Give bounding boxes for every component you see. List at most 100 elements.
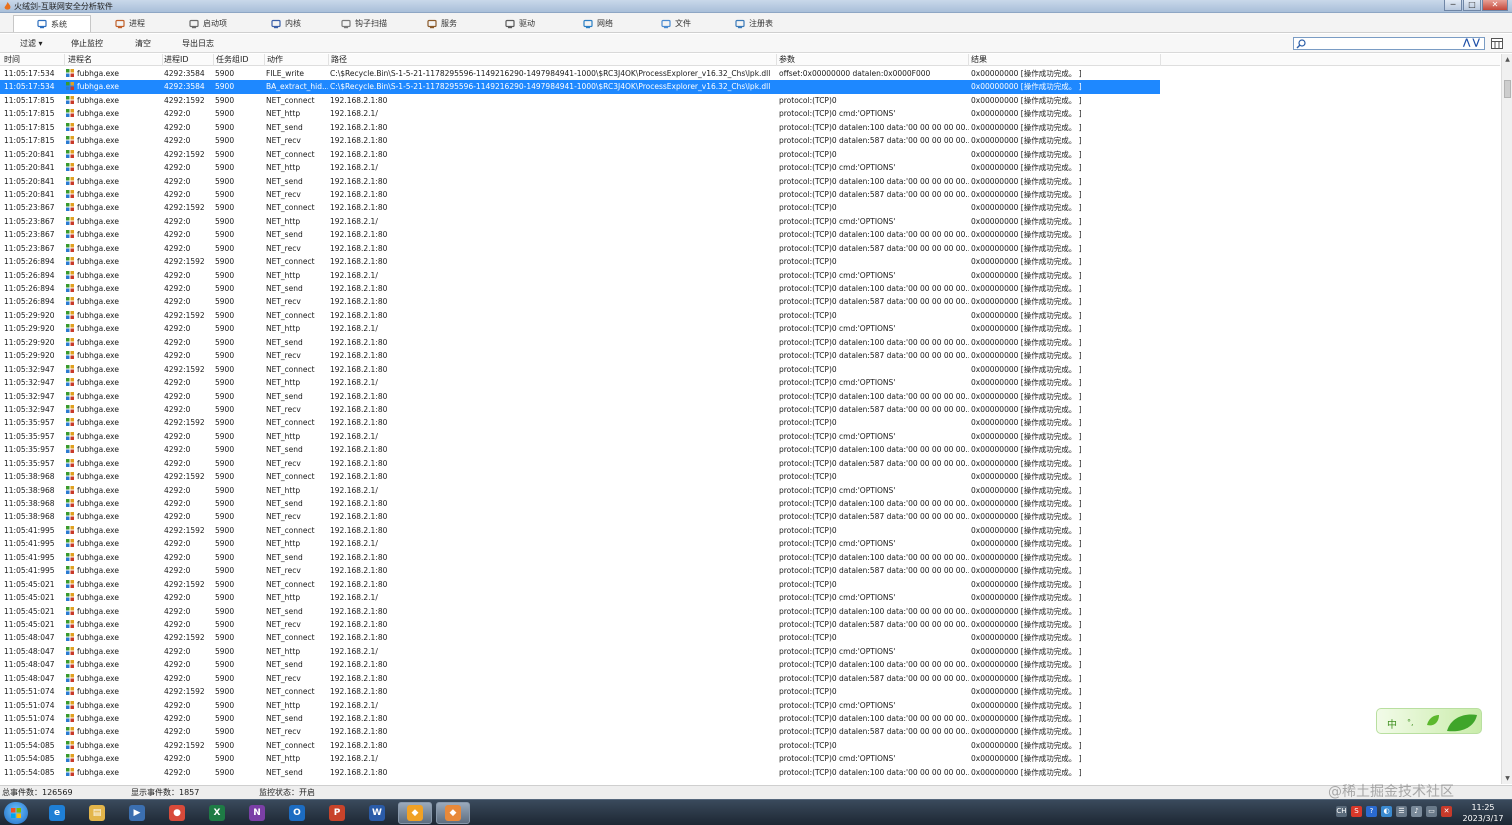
table-row[interactable]: 11:05:17:534 fubhga.exe 4292:3584 5900 BA_ex… [0, 80, 1160, 94]
taskbar-app-outlook[interactable]: O [280, 802, 314, 824]
table-row[interactable]: 11:05:51:074 fubhga.exe 4292:0 5900 NET_http… [0, 699, 1160, 712]
table-row[interactable]: 11:05:20:841 fubhga.exe 4292:0 5900 NET_send… [0, 175, 1160, 188]
column-divider[interactable] [64, 54, 65, 66]
export-log-button[interactable]: 导出日志 [182, 38, 214, 49]
table-row[interactable]: 11:05:48:047 fubhga.exe 4292:0 5900 NET_recv… [0, 672, 1160, 685]
column-divider[interactable] [776, 54, 777, 66]
tab-9[interactable]: 注册表 [715, 15, 793, 32]
tab-7[interactable]: 网络 [559, 15, 637, 32]
table-row[interactable]: 11:05:41:995 fubhga.exe 4292:1592 5900 NET_c… [0, 524, 1160, 537]
stop-monitor-button[interactable]: 停止监控 [71, 38, 103, 49]
ime-toolbar[interactable]: 中 °, [1376, 708, 1482, 734]
maximize-button[interactable]: □ [1463, 0, 1481, 11]
table-row[interactable]: 11:05:17:815 fubhga.exe 4292:0 5900 NET_recv… [0, 134, 1160, 147]
tab-5[interactable]: 服务 [403, 15, 481, 32]
table-row[interactable]: 11:05:23:867 fubhga.exe 4292:0 5900 NET_recv… [0, 242, 1160, 255]
scroll-up-arrow-icon[interactable]: ▲ [1503, 55, 1512, 64]
table-row[interactable]: 11:05:45:021 fubhga.exe 4292:0 5900 NET_http… [0, 591, 1160, 604]
table-row[interactable]: 11:05:41:995 fubhga.exe 4292:0 5900 NET_http… [0, 537, 1160, 550]
table-row[interactable]: 11:05:26:894 fubhga.exe 4292:0 5900 NET_http… [0, 269, 1160, 282]
table-row[interactable]: 11:05:29:920 fubhga.exe 4292:0 5900 NET_http… [0, 322, 1160, 335]
column-header[interactable]: 时间 [4, 55, 20, 65]
tab-2[interactable]: 启动项 [169, 15, 247, 32]
start-button[interactable] [4, 802, 28, 824]
table-row[interactable]: 11:05:54:085 fubhga.exe 4292:0 5900 NET_send… [0, 766, 1160, 779]
taskbar-app-onenote[interactable]: N [240, 802, 274, 824]
table-row[interactable]: 11:05:51:074 fubhga.exe 4292:1592 5900 NET_c… [0, 685, 1160, 698]
search-box[interactable]: ⋀⋁ [1293, 37, 1485, 50]
columns-view-icon[interactable] [1491, 38, 1503, 49]
ime-mode-label[interactable]: 中 [1387, 716, 1397, 731]
minimize-button[interactable]: ─ [1444, 0, 1462, 11]
tray-icon[interactable]: CH [1336, 806, 1347, 817]
table-row[interactable]: 11:05:20:841 fubhga.exe 4292:0 5900 NET_http… [0, 161, 1160, 174]
table-row[interactable]: 11:05:17:815 fubhga.exe 4292:0 5900 NET_send… [0, 121, 1160, 134]
tray-icon[interactable]: ? [1366, 806, 1377, 817]
taskbar-app-chrome[interactable]: ● [160, 802, 194, 824]
table-row[interactable]: 11:05:23:867 fubhga.exe 4292:1592 5900 NET_c… [0, 201, 1160, 214]
table-row[interactable]: 11:05:48:047 fubhga.exe 4292:1592 5900 NET_c… [0, 631, 1160, 644]
table-row[interactable]: 11:05:45:021 fubhga.exe 4292:0 5900 NET_send… [0, 605, 1160, 618]
table-row[interactable]: 11:05:45:021 fubhga.exe 4292:1592 5900 NET_c… [0, 578, 1160, 591]
taskbar-app-powerpoint[interactable]: P [320, 802, 354, 824]
column-header[interactable]: 进程名 [68, 55, 92, 65]
table-row[interactable]: 11:05:48:047 fubhga.exe 4292:0 5900 NET_http… [0, 645, 1160, 658]
filter-button[interactable]: 过滤 ▾ [20, 38, 43, 49]
table-row[interactable]: 11:05:26:894 fubhga.exe 4292:1592 5900 NET_c… [0, 255, 1160, 268]
table-row[interactable]: 11:05:32:947 fubhga.exe 4292:1592 5900 NET_c… [0, 363, 1160, 376]
tab-6[interactable]: 驱动 [481, 15, 559, 32]
taskbar-app-huorong-2[interactable]: ◆ [436, 802, 470, 824]
scroll-thumb[interactable] [1504, 80, 1511, 98]
tray-icon[interactable]: S [1351, 806, 1362, 817]
tab-3[interactable]: 内核 [247, 15, 325, 32]
ime-punct-label[interactable]: °, [1407, 718, 1414, 727]
search-nav-arrows[interactable]: ⋀⋁ [1463, 38, 1482, 49]
column-header[interactable]: 路径 [331, 55, 347, 65]
table-row[interactable]: 11:05:54:085 fubhga.exe 4292:0 5900 NET_http… [0, 752, 1160, 765]
vertical-scrollbar[interactable]: ▲ ▼ [1501, 54, 1512, 784]
table-row[interactable]: 11:05:45:021 fubhga.exe 4292:0 5900 NET_recv… [0, 618, 1160, 631]
column-divider[interactable] [213, 54, 214, 66]
table-row[interactable]: 11:05:41:995 fubhga.exe 4292:0 5900 NET_recv… [0, 564, 1160, 577]
table-row[interactable]: 11:05:41:995 fubhga.exe 4292:0 5900 NET_send… [0, 551, 1160, 564]
column-divider[interactable] [264, 54, 265, 66]
table-row[interactable]: 11:05:38:968 fubhga.exe 4292:1592 5900 NET_c… [0, 470, 1160, 483]
tray-icon[interactable]: ▭ [1426, 806, 1437, 817]
column-divider[interactable] [1160, 54, 1161, 66]
table-row[interactable]: 11:05:35:957 fubhga.exe 4292:0 5900 NET_recv… [0, 457, 1160, 470]
clear-button[interactable]: 清空 [135, 38, 151, 49]
table-row[interactable]: 11:05:17:534 fubhga.exe 4292:3584 5900 FILE_… [0, 67, 1160, 80]
table-row[interactable]: 11:05:32:947 fubhga.exe 4292:0 5900 NET_http… [0, 376, 1160, 389]
tray-icon[interactable]: ◐ [1381, 806, 1392, 817]
table-row[interactable]: 11:05:20:841 fubhga.exe 4292:0 5900 NET_recv… [0, 188, 1160, 201]
column-header[interactable]: 参数 [779, 55, 795, 65]
table-row[interactable]: 11:05:29:920 fubhga.exe 4292:0 5900 NET_recv… [0, 349, 1160, 362]
table-row[interactable]: 11:05:32:947 fubhga.exe 4292:0 5900 NET_send… [0, 390, 1160, 403]
taskbar-app-explorer[interactable]: ▤ [80, 802, 114, 824]
column-divider[interactable] [328, 54, 329, 66]
table-row[interactable]: 11:05:51:074 fubhga.exe 4292:0 5900 NET_send… [0, 712, 1160, 725]
taskbar-app-media[interactable]: ▶ [120, 802, 154, 824]
table-row[interactable]: 11:05:29:920 fubhga.exe 4292:0 5900 NET_send… [0, 336, 1160, 349]
table-row[interactable]: 11:05:54:085 fubhga.exe 4292:1592 5900 NET_c… [0, 739, 1160, 752]
column-header[interactable]: 任务组ID [216, 55, 249, 65]
table-row[interactable]: 11:05:38:968 fubhga.exe 4292:0 5900 NET_send… [0, 497, 1160, 510]
table-row[interactable]: 11:05:48:047 fubhga.exe 4292:0 5900 NET_send… [0, 658, 1160, 671]
table-row[interactable]: 11:05:26:894 fubhga.exe 4292:0 5900 NET_recv… [0, 295, 1160, 308]
column-divider[interactable] [968, 54, 969, 66]
table-row[interactable]: 11:05:38:968 fubhga.exe 4292:0 5900 NET_recv… [0, 510, 1160, 523]
tab-0[interactable]: 系统 [13, 15, 91, 32]
close-button[interactable]: ✕ [1482, 0, 1508, 11]
tray-icon[interactable]: ♪ [1411, 806, 1422, 817]
table-row[interactable]: 11:05:35:957 fubhga.exe 4292:0 5900 NET_http… [0, 430, 1160, 443]
taskbar-app-huorong-1[interactable]: ◆ [398, 802, 432, 824]
table-row[interactable]: 11:05:17:815 fubhga.exe 4292:0 5900 NET_http… [0, 107, 1160, 120]
table-row[interactable]: 11:05:38:968 fubhga.exe 4292:0 5900 NET_http… [0, 484, 1160, 497]
tab-1[interactable]: 进程 [91, 15, 169, 32]
taskbar-app-word[interactable]: W [360, 802, 394, 824]
table-row[interactable]: 11:05:29:920 fubhga.exe 4292:1592 5900 NET_c… [0, 309, 1160, 322]
column-header[interactable]: 动作 [267, 55, 283, 65]
table-row[interactable]: 11:05:35:957 fubhga.exe 4292:1592 5900 NET_c… [0, 416, 1160, 429]
taskbar-app-excel[interactable]: X [200, 802, 234, 824]
table-row[interactable]: 11:05:26:894 fubhga.exe 4292:0 5900 NET_send… [0, 282, 1160, 295]
